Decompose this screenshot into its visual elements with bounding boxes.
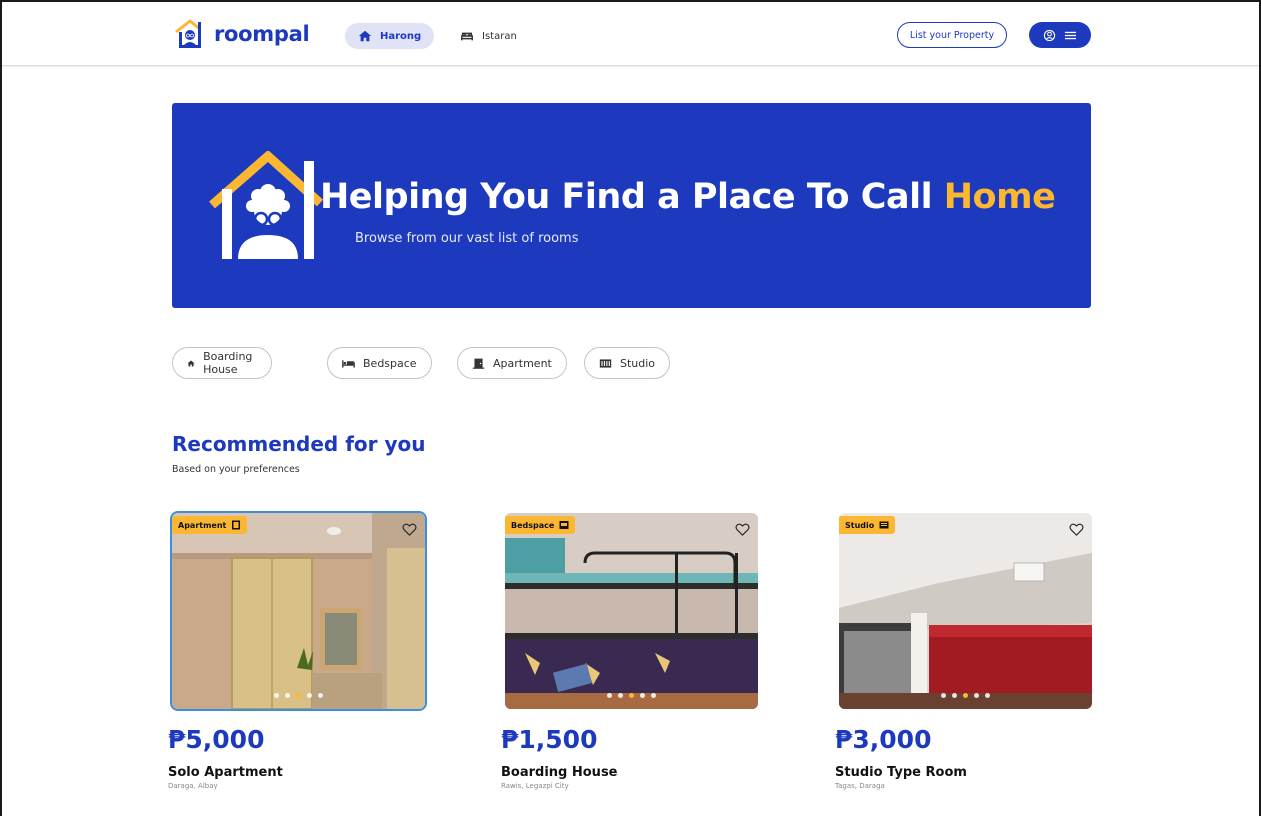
listing-card[interactable]: Bedspace ₱1,500 Boarding House Rawis, Le… [501,513,758,790]
carousel-dots [505,693,758,698]
carousel-dot[interactable] [318,693,323,698]
filter-label: Boarding House [203,350,253,376]
listing-photo[interactable]: Studio [839,513,1092,709]
apartment-room-photo [172,513,425,709]
section-title: Recommended for you [172,432,426,456]
badge-label: Studio [845,520,875,530]
category-badge: Bedspace [505,516,576,534]
carousel-dots [172,693,425,698]
hero-banner: Helping You Find a Place To Call Home Br… [172,103,1091,308]
carousel-dot[interactable] [285,693,290,698]
studio-icon [879,521,889,529]
favorite-heart-icon[interactable] [735,522,750,537]
carousel-dot[interactable] [307,693,312,698]
carousel-dot[interactable] [651,693,656,698]
home-icon [187,359,195,367]
filter-boarding-house[interactable]: Boarding House [172,347,273,379]
listing-title[interactable]: Solo Apartment [168,765,283,780]
listing-price: ₱3,000 [835,725,932,754]
roompal-hero-logo-icon [209,151,324,259]
carousel-dot[interactable] [941,693,946,698]
section-subtitle: Based on your preferences [172,464,300,475]
listing-photo[interactable]: Apartment [170,511,427,711]
filter-bedspace[interactable]: Bedspace [327,347,432,379]
listing-price: ₱5,000 [168,725,265,754]
carousel-dot[interactable] [985,693,990,698]
user-menu-button[interactable] [1029,22,1091,48]
hero-title: Helping You Find a Place To Call Home [320,177,1056,217]
listing-price: ₱1,500 [501,725,598,754]
filter-studio[interactable]: Studio [584,347,671,379]
favorite-heart-icon[interactable] [1069,522,1084,537]
bed-icon [461,32,473,41]
list-property-button[interactable]: List your Property [897,22,1007,48]
listing-photo[interactable]: Bedspace [505,513,758,709]
filter-apartment[interactable]: Apartment [457,347,567,379]
studio-icon [599,358,612,368]
menu-icon [1064,31,1077,39]
carousel-dot-active[interactable] [296,693,301,698]
category-badge: Studio [839,516,896,534]
carousel-dot[interactable] [618,693,623,698]
door-icon [472,358,485,369]
badge-label: Bedspace [511,520,555,530]
home-icon [358,30,372,42]
hero-title-accent: Home [943,177,1056,217]
bed-icon [342,359,355,368]
listing-title[interactable]: Boarding House [501,765,618,780]
listing-card[interactable]: Studio ₱3,000 Studio Type Room Tagas, Da… [835,513,1092,790]
carousel-dot[interactable] [607,693,612,698]
carousel-dot[interactable] [974,693,979,698]
category-badge: Apartment [172,516,248,534]
carousel-dot[interactable] [640,693,645,698]
user-circle-icon [1043,29,1056,41]
tab-istaran[interactable]: Istaran [447,23,530,49]
filter-label: Apartment [493,356,552,370]
roompal-logo-icon [175,19,201,48]
tab-harong[interactable]: Harong [345,23,435,49]
bedspace-room-photo [505,513,758,709]
carousel-dots [839,693,1092,698]
badge-label: Apartment [178,520,227,530]
studio-room-photo [839,513,1092,709]
filter-label: Bedspace [363,356,417,370]
carousel-dot[interactable] [274,693,279,698]
tab-harong-label: Harong [380,30,422,42]
brand-name: roompal [214,22,310,46]
hero-title-text: Helping You Find a Place To Call [320,177,944,217]
listing-card[interactable]: Apartment ₱5,000 Solo Apartment Daraga, … [168,511,427,790]
listing-location: Daraga, Albay [168,782,218,790]
tab-istaran-label: Istaran [482,30,517,42]
carousel-dot[interactable] [952,693,957,698]
top-navbar: roompal Harong Istaran List your Propert… [2,2,1259,66]
listing-location: Rawis, Legazpi City [501,782,569,790]
favorite-heart-icon[interactable] [402,522,417,537]
carousel-dot-active[interactable] [629,693,634,698]
listing-location: Tagas, Daraga [835,782,885,790]
bed-icon [559,521,569,529]
brand[interactable]: roompal [174,18,310,50]
hero-subtitle: Browse from our vast list of rooms [355,231,579,246]
listing-title[interactable]: Studio Type Room [835,765,967,780]
filter-label: Studio [620,356,656,370]
door-icon [232,520,241,530]
carousel-dot-active[interactable] [963,693,968,698]
